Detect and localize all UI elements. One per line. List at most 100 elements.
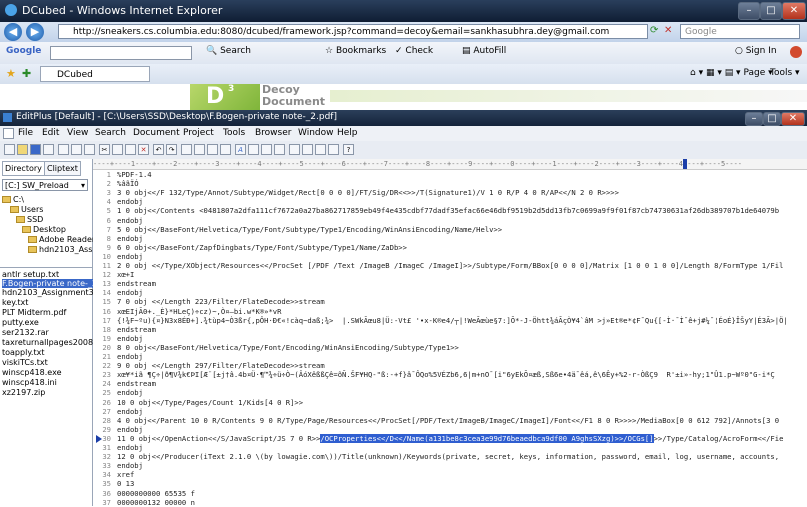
menu-file[interactable]: File — [18, 128, 33, 138]
code-line[interactable]: 4 endobj — [93, 197, 807, 207]
signin-button[interactable]: ○ Sign In — [735, 46, 777, 56]
stop-icon[interactable]: ✕ — [664, 25, 672, 36]
tree-item-c[interactable]: C:\ — [2, 195, 24, 205]
file-item[interactable]: antlr setup.txt — [2, 270, 59, 279]
code-line[interactable]: 1 %PDF-1.4 — [93, 170, 807, 180]
address-input[interactable]: http://sneakers.cs.columbia.edu:8080/dcu… — [58, 24, 648, 39]
delete-icon[interactable]: ✕ — [138, 144, 149, 155]
code-line[interactable]: 10 endobj — [93, 252, 807, 262]
editplus-close-button[interactable]: ✕ — [781, 112, 805, 126]
document-icon[interactable] — [3, 128, 14, 139]
redo-icon[interactable]: ↷ — [166, 144, 177, 155]
tree-item-adobe-reader[interactable]: Adobe Reader 9 — [28, 235, 103, 245]
menu-project[interactable]: Project — [183, 128, 214, 138]
font-icon[interactable] — [220, 144, 231, 155]
cut-icon[interactable]: ✂ — [99, 144, 110, 155]
file-item-selected[interactable]: F.Bogen-private note-_2.p — [2, 279, 105, 288]
forward-button[interactable]: ▶ — [26, 23, 44, 41]
menu-document[interactable]: Document — [133, 128, 180, 138]
code-line[interactable]: 5 1 0 obj<</Contents <0481807a2dfa111cf76… — [93, 206, 807, 216]
code-line[interactable]: 6 endobj — [93, 216, 807, 226]
code-line[interactable]: 22 9 0 obj <</Length 297/Filter/FlateDeco… — [93, 361, 807, 371]
bookmarks-button[interactable]: ☆ Bookmarks — [325, 46, 386, 56]
cliptext-icon[interactable] — [302, 144, 313, 155]
tree-item-users[interactable]: Users — [10, 205, 43, 215]
editplus-maximize-button[interactable]: □ — [763, 112, 781, 126]
menu-edit[interactable]: Edit — [42, 128, 59, 138]
open-icon[interactable] — [17, 144, 28, 155]
page-menu[interactable]: ⌂ ▾ ▦ ▾ ▤ ▾ Page ▾ — [690, 68, 773, 78]
file-item[interactable]: xz2197.zip — [2, 388, 45, 397]
code-line[interactable]: 13 endstream — [93, 279, 807, 289]
code-line[interactable]: 21 endobj — [93, 352, 807, 362]
code-line[interactable]: 14 endobj — [93, 288, 807, 298]
autofill-button[interactable]: ▤ AutoFill — [462, 46, 506, 56]
code-line[interactable]: 19 endobj — [93, 334, 807, 344]
find-icon[interactable] — [181, 144, 192, 155]
tree-item-desktop[interactable]: Desktop — [22, 225, 66, 235]
code-line[interactable]: 32 12 0 obj<</Producer(iText 2.1.0 \(by l… — [93, 452, 807, 462]
paste-icon[interactable] — [125, 144, 136, 155]
code-line[interactable]: 17 {!¾F~ºu){¤}N3x8ÉÐ+].¾tùp4~Ò3ßr{,pÔH·Ð€… — [93, 316, 807, 326]
undo-icon[interactable]: ↶ — [153, 144, 164, 155]
code-line[interactable]: 9 6 0 obj<</BaseFont/ZapfDingbats/Type/Fo… — [93, 243, 807, 253]
refresh-icon[interactable]: ⟳ — [650, 25, 658, 36]
file-item[interactable]: key.txt — [2, 298, 28, 307]
code-line[interactable]: 33 endobj — [93, 461, 807, 471]
save-all-icon[interactable] — [43, 144, 54, 155]
code-line[interactable]: 20 8 0 obj<</BaseFont/Helvetica/Type/Font… — [93, 343, 807, 353]
save-icon[interactable] — [30, 144, 41, 155]
code-line[interactable]: 2 %âãÏÓ — [93, 179, 807, 189]
menu-search[interactable]: Search — [95, 128, 126, 138]
code-line[interactable]: 25 endobj — [93, 388, 807, 398]
chevron-down-icon[interactable]: ▾ — [81, 180, 85, 192]
code-line[interactable]: 26 10 0 obj<</Type/Pages/Count 1/Kids[4 0… — [93, 398, 807, 408]
favorites-star-icon[interactable]: ★ — [6, 67, 16, 80]
copy-icon[interactable] — [112, 144, 123, 155]
code-line[interactable]: 11 2 0 obj <</Type/XObject/Resources<</Pr… — [93, 261, 807, 271]
tab-directory[interactable]: Directory — [2, 161, 45, 176]
code-line[interactable]: 29 endobj — [93, 425, 807, 435]
goto-icon[interactable] — [207, 144, 218, 155]
code-line[interactable]: 34 xref — [93, 470, 807, 480]
file-item[interactable]: PLT Midterm.pdf — [2, 308, 66, 317]
file-item[interactable]: winscp418.ini — [2, 378, 57, 387]
menu-window[interactable]: Window — [298, 128, 334, 138]
code-line[interactable]: 8 endobj — [93, 234, 807, 244]
code-line[interactable]: 35 0 13 — [93, 479, 807, 489]
file-item[interactable]: hdn2103_Assignment3.zip — [2, 288, 108, 297]
file-item[interactable]: viskiTCs.txt — [2, 358, 48, 367]
code-line[interactable]: 23 xœ¥*iã ¶Ç÷|ð¶V¾k€ÞI[Æ¨[±j†â.4b¤Ü·¶™¾÷ü… — [93, 370, 807, 380]
search-input[interactable]: Google — [680, 24, 800, 39]
spell-check-icon[interactable] — [84, 144, 95, 155]
print-preview-icon[interactable] — [71, 144, 82, 155]
word-wrap-icon[interactable]: A — [235, 144, 246, 155]
editplus-minimize-button[interactable]: – — [745, 112, 763, 126]
code-line[interactable]: 15 7 0 obj <</Length 223/Filter/FlateDeco… — [93, 297, 807, 307]
code-line[interactable]: 16 xœEIjÃ0+._È}*HLeÇ)÷cz)~,Ò¤—bi.w*K®»*vR — [93, 307, 807, 317]
google-search-button[interactable]: 🔍 Search — [206, 46, 251, 56]
menu-view[interactable]: View — [67, 128, 88, 138]
browser-view-icon[interactable] — [289, 144, 300, 155]
menu-browser[interactable]: Browser — [255, 128, 291, 138]
close-button[interactable]: ✕ — [782, 2, 806, 20]
code-line[interactable]: 27 endobj — [93, 407, 807, 417]
line-number-icon[interactable] — [261, 144, 272, 155]
file-item[interactable]: toapply.txt — [2, 348, 44, 357]
output-window-icon[interactable] — [328, 144, 339, 155]
replace-icon[interactable] — [194, 144, 205, 155]
code-line[interactable]: 28 4 0 obj<</Parent 10 0 R/Contents 9 0 R… — [93, 416, 807, 426]
code-line[interactable]: 3 3 0 obj<</F 132/Type/Annot/Subtype/Widg… — [93, 188, 807, 198]
back-button[interactable]: ◀ — [4, 23, 22, 41]
directory-icon[interactable] — [315, 144, 326, 155]
tree-item-ssd[interactable]: SSD — [16, 215, 43, 225]
code-line[interactable]: 30 11 0 obj<</OpenAction<</S/JavaScript/J… — [93, 433, 807, 444]
file-item[interactable]: winscp418.exe — [2, 368, 61, 377]
ruler-icon[interactable] — [248, 144, 259, 155]
help-icon[interactable]: ? — [343, 144, 354, 155]
tab-cliptext[interactable]: Cliptext — [44, 161, 81, 176]
maximize-button[interactable]: □ — [760, 2, 782, 20]
code-line[interactable]: 12 xœ+I — [93, 270, 807, 280]
code-line[interactable]: 7 5 0 obj<</BaseFont/Helvetica/Type/Font/… — [93, 225, 807, 235]
file-item[interactable]: ser2132.rar — [2, 328, 49, 337]
